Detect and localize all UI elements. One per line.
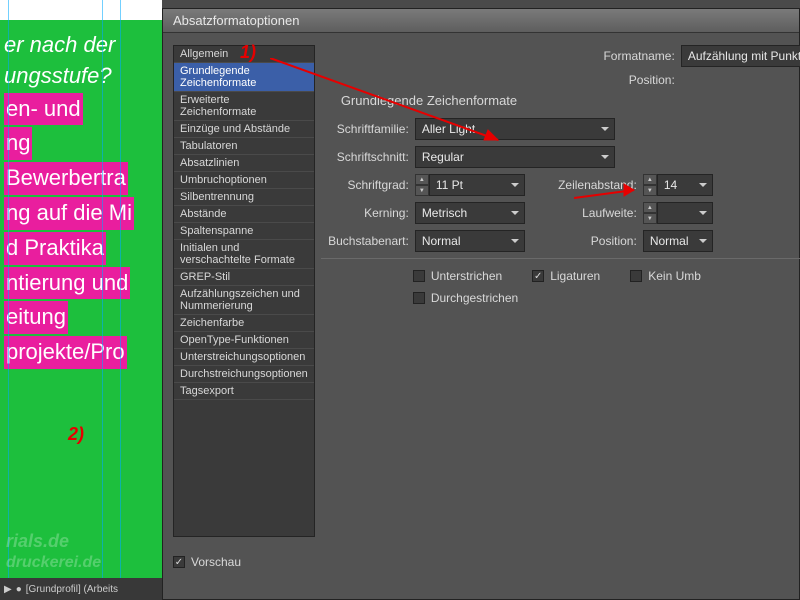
watermark-2: druckerei.de [6, 554, 101, 572]
annotation-arrow-2 [574, 168, 654, 208]
unterstrichen-checkbox[interactable]: Unterstrichen [413, 269, 502, 283]
kein-umbruch-checkbox[interactable]: Kein Umb [630, 269, 701, 283]
status-bar: ▶● [Grundprofil] (Arbeits [0, 578, 162, 600]
sidebar-item[interactable]: Silbentrennung [174, 189, 314, 206]
position-dropdown[interactable]: Normal [643, 230, 713, 252]
sidebar-item[interactable]: Abstände [174, 206, 314, 223]
document-text: er nach der ungsstufe? en- und ng Bewerb… [0, 20, 162, 380]
sidebar-item[interactable]: Durchstreichungsoptionen [174, 366, 314, 383]
document-preview: er nach der ungsstufe? en- und ng Bewerb… [0, 0, 162, 600]
laufweite-label: Laufweite: [525, 206, 643, 220]
preflight-icon: ● [16, 584, 22, 595]
sidebar-item[interactable]: GREP-Stil [174, 269, 314, 286]
schriftgrad-label: Schriftgrad: [321, 178, 415, 192]
sidebar-item[interactable]: OpenType-Funktionen [174, 332, 314, 349]
sidebar-item[interactable]: Aufzählungszeichen und Nummerierung [174, 286, 314, 315]
buchstabenart-dropdown[interactable]: Normal [415, 230, 525, 252]
check-icon: ✓ [173, 556, 185, 568]
annotation-1: 1) [240, 42, 256, 63]
kerning-dropdown[interactable]: Metrisch [415, 202, 525, 224]
annotation-arrow-1 [270, 58, 520, 158]
position-field-label: Position: [525, 234, 643, 248]
schriftgrad-spinner[interactable]: ▲▼11 Pt [415, 174, 525, 196]
ligaturen-checkbox[interactable]: ✓Ligaturen [532, 269, 600, 283]
buchstabenart-label: Buchstabenart: [321, 234, 415, 248]
sidebar-item[interactable]: Zeichenfarbe [174, 315, 314, 332]
preview-checkbox[interactable]: ✓ Vorschau [173, 555, 315, 569]
sidebar-item[interactable]: Spaltenspanne [174, 223, 314, 240]
sidebar-item[interactable]: Umbruchoptionen [174, 172, 314, 189]
durchgestrichen-checkbox[interactable]: Durchgestrichen [413, 291, 518, 305]
formatname-input[interactable]: Aufzählung mit Punkt [681, 45, 800, 67]
watermark: rials.de [6, 531, 69, 552]
sidebar-item[interactable]: Unterstreichungsoptionen [174, 349, 314, 366]
annotation-2: 2) [68, 424, 84, 445]
dialog-title: Absatzformatoptionen [163, 9, 799, 33]
kerning-label: Kerning: [321, 206, 415, 220]
sidebar-item[interactable]: Tagsexport [174, 383, 314, 400]
sidebar-item[interactable]: Initialen und verschachtelte Formate [174, 240, 314, 269]
